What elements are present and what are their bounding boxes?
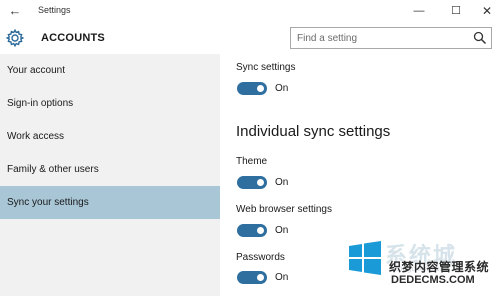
sidebar-item-work-access[interactable]: Work access: [0, 120, 220, 153]
search-box[interactable]: [290, 27, 492, 49]
gear-icon: [5, 28, 25, 48]
toggle-knob: [257, 227, 264, 234]
section-heading: Individual sync settings: [236, 123, 391, 140]
minimize-icon[interactable]: —: [410, 2, 428, 20]
sidebar-item-sync-your-settings[interactable]: Sync your settings: [0, 186, 220, 219]
web-browser-settings-toggle[interactable]: [237, 224, 267, 237]
theme-toggle[interactable]: [237, 176, 267, 189]
sidebar-item-label: Sign-in options: [7, 98, 74, 109]
window-title: Settings: [38, 5, 71, 15]
toggle-knob: [257, 85, 264, 92]
back-arrow-icon[interactable]: ←: [7, 3, 23, 19]
sidebar-item-label: Your account: [7, 65, 66, 76]
watermark: 系统城 xitongcheng.com 织梦内容管理系统 DEDECMS.COM: [345, 238, 495, 293]
toggle-knob: [257, 274, 264, 281]
sidebar-item-label: Work access: [7, 131, 65, 142]
theme-label: Theme: [236, 156, 268, 167]
settings-header: ACCOUNTS: [0, 22, 500, 54]
sidebar: Your account Sign-in options Work access…: [0, 54, 220, 296]
passwords-state: On: [275, 272, 289, 283]
watermark-site-name: 织梦内容管理系统: [389, 260, 490, 274]
windows-logo-icon: [349, 241, 381, 275]
close-icon[interactable]: ✕: [478, 2, 496, 20]
watermark-site-url: DEDECMS.COM: [391, 274, 475, 286]
search-icon[interactable]: [473, 31, 487, 45]
web-browser-settings-label: Web browser settings: [236, 204, 332, 215]
sync-settings-toggle[interactable]: [237, 82, 267, 95]
theme-state: On: [275, 177, 289, 188]
sidebar-item-label: Sync your settings: [7, 197, 89, 208]
title-bar: ← Settings — ☐ ✕: [0, 0, 500, 22]
search-input[interactable]: [297, 31, 467, 45]
sidebar-item-sign-in-options[interactable]: Sign-in options: [0, 87, 220, 120]
page-title: ACCOUNTS: [41, 32, 105, 44]
maximize-icon[interactable]: ☐: [447, 2, 465, 20]
web-browser-settings-state: On: [275, 225, 289, 236]
sidebar-item-family-other-users[interactable]: Family & other users: [0, 153, 220, 186]
sync-settings-state: On: [275, 83, 289, 94]
toggle-knob: [257, 179, 264, 186]
sidebar-item-your-account[interactable]: Your account: [0, 54, 220, 87]
sidebar-item-label: Family & other users: [7, 164, 99, 175]
passwords-label: Passwords: [236, 252, 285, 263]
sync-settings-label: Sync settings: [236, 62, 296, 73]
passwords-toggle[interactable]: [237, 271, 267, 284]
